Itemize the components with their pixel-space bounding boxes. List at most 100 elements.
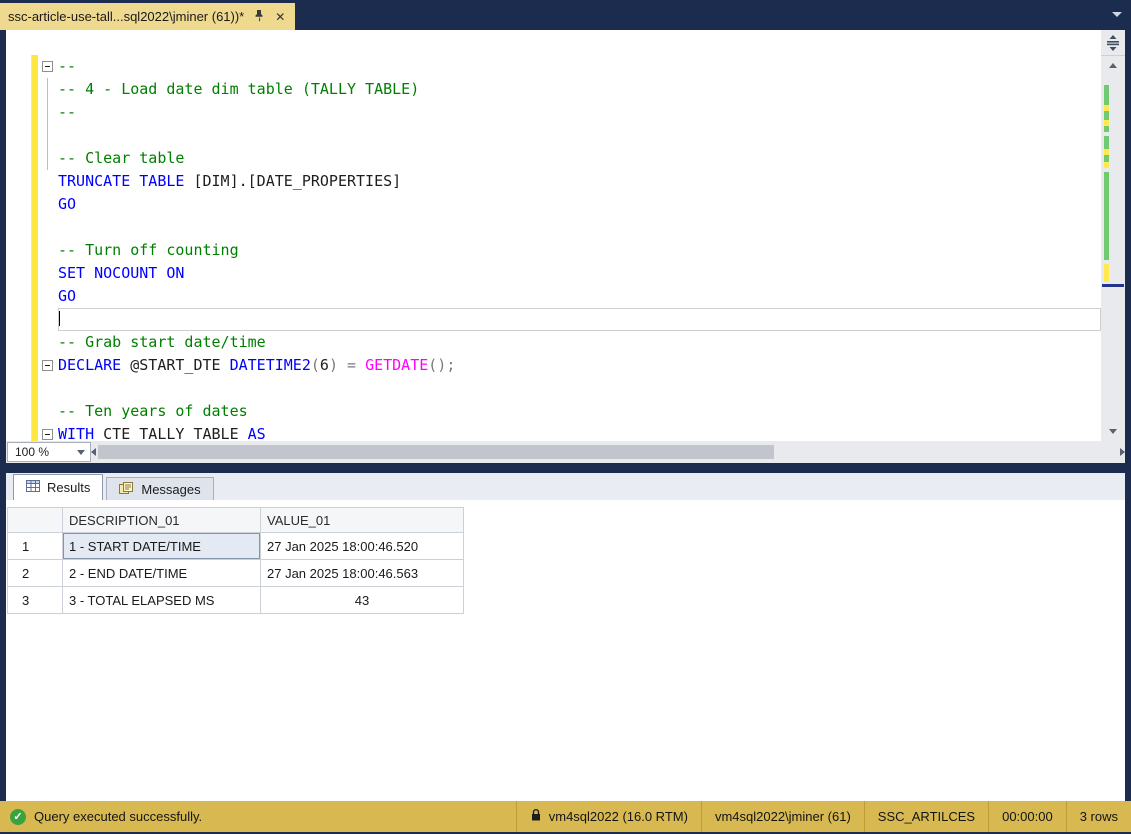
messages-icon	[119, 481, 134, 497]
row-number[interactable]: 3	[7, 586, 63, 614]
indicator-margin	[6, 308, 32, 331]
grid-cell[interactable]: 27 Jan 2025 18:00:46.563	[260, 559, 464, 587]
grid-cell[interactable]: 1 - START DATE/TIME	[62, 532, 261, 560]
code-line[interactable]: --	[6, 101, 1101, 124]
outlining-margin	[38, 78, 58, 101]
code-line[interactable]	[6, 377, 1101, 400]
code-lines: -- -- 4 - Load date dim table (TALLY TABL…	[6, 30, 1101, 441]
up-arrow-icon	[1109, 63, 1117, 68]
code-line[interactable]: --	[6, 55, 1101, 78]
tab-list-dropdown-icon[interactable]	[1112, 12, 1122, 17]
code-line[interactable]	[6, 216, 1101, 239]
results-tab-strip: Results Messages	[6, 473, 1125, 500]
down-arrow-icon	[1109, 429, 1117, 434]
outlining-margin	[38, 423, 58, 441]
pin-icon[interactable]	[254, 9, 265, 25]
fold-collapse-box[interactable]	[42, 429, 53, 440]
code-line[interactable]: GO	[6, 193, 1101, 216]
code-line-text: --	[58, 103, 77, 121]
change-annotation-mark	[1104, 120, 1109, 126]
outlining-margin	[38, 101, 58, 124]
status-login: vm4sql2022\jminer (61)	[714, 809, 851, 824]
grid-row: 33 - TOTAL ELAPSED MS 43	[7, 586, 464, 614]
status-database: SSC_ARTILCES	[877, 809, 976, 824]
code-line-text: TRUNCATE TABLE [DIM].[DATE_PROPERTIES]	[58, 172, 402, 190]
fold-collapse-box[interactable]	[42, 360, 53, 371]
code-line[interactable]: -- Ten years of dates	[6, 400, 1101, 423]
zoom-value: 100 %	[15, 445, 50, 459]
results-grid-icon	[26, 480, 40, 495]
code-line[interactable]: DECLARE @START_DTE DATETIME2(6) = GETDAT…	[6, 354, 1101, 377]
row-number[interactable]: 2	[7, 559, 63, 587]
horizontal-scrollbar-thumb[interactable]	[98, 445, 774, 459]
outlining-margin	[38, 400, 58, 423]
change-annotation-mark	[1104, 149, 1109, 155]
code-line[interactable]: -- Grab start date/time	[6, 331, 1101, 354]
code-line[interactable]	[6, 124, 1101, 147]
outlining-margin	[38, 216, 58, 239]
indicator-margin	[6, 193, 32, 216]
status-message: Query executed successfully.	[34, 809, 203, 824]
tab-messages[interactable]: Messages	[106, 477, 214, 500]
code-line[interactable]: TRUNCATE TABLE [DIM].[DATE_PROPERTIES]	[6, 170, 1101, 193]
close-icon[interactable]: ✕	[275, 11, 285, 23]
indicator-margin	[6, 239, 32, 262]
grid-body: 11 - START DATE/TIME 27 Jan 2025 18:00:46…	[7, 532, 464, 614]
change-annotation-mark	[1104, 105, 1109, 111]
grid-row: 22 - END DATE/TIME 27 Jan 2025 18:00:46.5…	[7, 559, 464, 587]
code-line-text: -- Turn off counting	[58, 241, 239, 259]
row-number-header[interactable]	[7, 507, 63, 533]
code-line[interactable]: -- Clear table	[6, 147, 1101, 170]
code-line[interactable]: WITH CTE_TALLY_TABLE AS	[6, 423, 1101, 441]
code-line[interactable]	[6, 308, 1101, 331]
code-line[interactable]: GO	[6, 285, 1101, 308]
column-header[interactable]: VALUE_01	[260, 507, 464, 533]
indicator-margin	[6, 101, 32, 124]
grid-cell[interactable]: 27 Jan 2025 18:00:46.520	[260, 532, 464, 560]
tab-results[interactable]: Results	[13, 474, 104, 500]
results-pane: Results Messages DESCRIPTION_01 VALUE_01 1…	[6, 473, 1125, 801]
indicator-margin	[6, 354, 32, 377]
outlining-margin	[38, 308, 58, 331]
scrollbar-track[interactable]	[1101, 75, 1125, 422]
zoom-level-select[interactable]: 100 %	[7, 442, 91, 462]
code-line[interactable]: -- 4 - Load date dim table (TALLY TABLE)	[6, 78, 1101, 101]
horizontal-scrollbar-track[interactable]	[96, 441, 1120, 463]
grid-cell[interactable]: 3 - TOTAL ELAPSED MS	[62, 586, 261, 614]
code-line[interactable]: SET NOCOUNT ON	[6, 262, 1101, 285]
status-duration: 00:00:00	[1002, 809, 1053, 824]
indicator-margin	[6, 216, 32, 239]
scroll-down-button[interactable]	[1101, 422, 1125, 441]
sql-editor[interactable]: -- -- 4 - Load date dim table (TALLY TABL…	[6, 30, 1101, 441]
column-header[interactable]: DESCRIPTION_01	[62, 507, 261, 533]
split-editor-handle[interactable]	[1101, 30, 1125, 56]
code-line-text: -- Grab start date/time	[58, 333, 266, 351]
scroll-up-button[interactable]	[1101, 56, 1125, 75]
indicator-margin	[6, 423, 32, 441]
outlining-margin	[38, 170, 58, 193]
change-annotation-mark	[1104, 264, 1109, 282]
grid-cell[interactable]: 2 - END DATE/TIME	[62, 559, 261, 587]
outlining-margin	[38, 124, 58, 147]
outlining-margin	[38, 354, 58, 377]
document-tab[interactable]: ssc-article-use-tall...sql2022\jminer (6…	[0, 3, 296, 30]
grid-cell[interactable]: 43	[260, 586, 464, 614]
status-server-label: vm4sql2022 (16.0 RTM)	[548, 809, 688, 824]
indicator-margin	[6, 78, 32, 101]
indicator-margin	[6, 124, 32, 147]
success-check-icon: ✓	[10, 808, 26, 825]
code-line-text: -- 4 - Load date dim table (TALLY TABLE)	[58, 80, 420, 98]
fold-collapse-box[interactable]	[42, 61, 53, 72]
row-number[interactable]: 1	[7, 532, 63, 560]
tab-results-label: Results	[47, 480, 91, 495]
code-line[interactable]: -- Turn off counting	[6, 239, 1101, 262]
lock-icon	[530, 808, 542, 825]
status-server: vm4sql2022 (16.0 RTM)	[517, 801, 701, 832]
code-line-text: WITH CTE_TALLY_TABLE AS	[58, 425, 266, 441]
editor-vertical-scrollbar[interactable]	[1101, 30, 1125, 441]
zoom-dropdown-icon	[77, 449, 85, 455]
scroll-right-button[interactable]	[1120, 443, 1125, 462]
